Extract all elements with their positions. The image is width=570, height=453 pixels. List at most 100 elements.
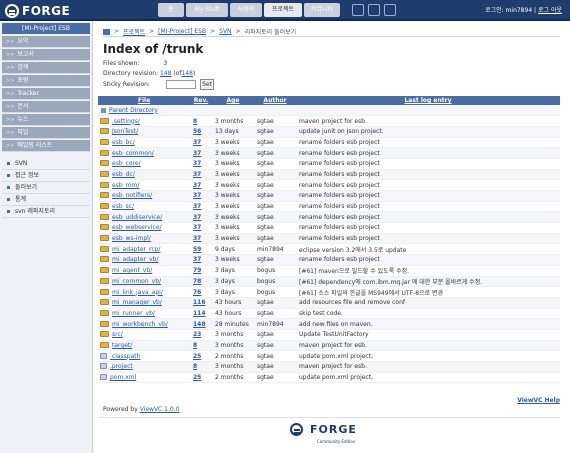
sidebar-subitem-stats[interactable]: 통계: [2, 194, 90, 206]
folder-icon: [100, 256, 109, 263]
cell-file: esb_dc/: [98, 169, 190, 181]
file-link[interactable]: mi_runner_vb/: [112, 310, 155, 317]
sidebar-item-docs[interactable]: >> 문서: [2, 101, 90, 113]
rev-link[interactable]: 37: [193, 214, 201, 221]
rev-link[interactable]: 25: [193, 374, 201, 381]
file-link[interactable]: mi_link_java_api/: [112, 289, 163, 296]
viewvc-link[interactable]: ViewVC 1.0.0: [140, 406, 180, 413]
file-link[interactable]: esb_sc/: [112, 203, 134, 210]
file-link[interactable]: esb_common/: [112, 150, 154, 157]
header-rev[interactable]: Rev.: [190, 96, 212, 105]
rev-link[interactable]: 37: [193, 182, 201, 189]
sidebar-item-search[interactable]: >> 검색: [2, 62, 90, 74]
header-log[interactable]: Last log entry: [296, 96, 560, 105]
rev-link[interactable]: 37: [193, 150, 201, 157]
chevron-right-icon: >>: [6, 77, 15, 84]
nav-tab-community[interactable]: 커뮤니티: [304, 3, 340, 17]
viewvc-help-link[interactable]: ViewVC Help: [517, 397, 560, 404]
nav-tab-projects[interactable]: 프로젝트: [264, 3, 302, 17]
sidebar-subitem-svn[interactable]: SVN: [2, 158, 90, 170]
arrow-icon[interactable]: [352, 4, 364, 16]
breadcrumb-svn[interactable]: SVN: [219, 28, 231, 35]
rev-link[interactable]: 56: [193, 128, 201, 135]
rev-link[interactable]: 78: [193, 278, 201, 285]
sidebar-item-news[interactable]: >> 뉴스: [2, 114, 90, 126]
sidebar-subitem-repo[interactable]: svn 레파지토리: [2, 206, 90, 218]
folder-icon: [100, 128, 109, 135]
set-button[interactable]: Set: [200, 79, 214, 90]
rev-link[interactable]: 79: [193, 267, 201, 274]
rev-link[interactable]: 37: [193, 203, 201, 210]
nav-tab-home[interactable]: 홈: [158, 3, 184, 17]
rev-link[interactable]: 23: [193, 331, 201, 338]
nav-tab-mystuff[interactable]: My Stuff: [186, 3, 228, 17]
breadcrumb-projects[interactable]: 프로젝트: [123, 27, 145, 36]
rev-link[interactable]: 114: [193, 310, 206, 317]
header-author[interactable]: Author: [254, 96, 296, 105]
cell-author: sgtae: [254, 201, 296, 213]
file-link[interactable]: mi_workbench_vb/: [112, 321, 168, 328]
file-link[interactable]: esb_core/: [112, 160, 141, 167]
rev-link[interactable]: 37: [193, 235, 201, 242]
search-icon[interactable]: [368, 4, 380, 16]
file-link[interactable]: .project: [110, 363, 133, 370]
rev-link[interactable]: 8: [193, 363, 197, 370]
file-link[interactable]: mi_common_vb/: [112, 278, 161, 285]
sidebar-subitem-browse[interactable]: 둘러보기: [2, 182, 90, 194]
file-link[interactable]: pom.xml: [110, 374, 136, 381]
file-link[interactable]: esb_dc/: [112, 171, 135, 178]
rev-link[interactable]: 8: [193, 118, 197, 125]
rev-link[interactable]: 8: [193, 342, 197, 349]
rev-link[interactable]: 25: [193, 353, 201, 360]
file-link[interactable]: mi_adapter_rcp/: [112, 246, 160, 253]
file-link[interactable]: esb_bc/: [112, 139, 135, 146]
file-link[interactable]: esb_mm/: [112, 182, 139, 189]
logout-link[interactable]: 로그 아웃: [538, 7, 562, 14]
rev-link[interactable]: 59: [193, 246, 201, 253]
file-link[interactable]: src/: [112, 331, 123, 338]
rev-link[interactable]: 148: [193, 321, 206, 328]
home-icon[interactable]: [103, 28, 110, 35]
file-link[interactable]: mi_adapter_vb/: [112, 256, 158, 263]
footer-logo-text: FORGE: [310, 423, 357, 436]
file-link[interactable]: JsonTest/: [112, 128, 138, 135]
file-link[interactable]: target/: [112, 342, 132, 349]
sticky-revision-input[interactable]: [166, 80, 196, 89]
nav-tab-users[interactable]: 사용자: [230, 3, 262, 17]
file-link[interactable]: esb_uddiservice/: [112, 214, 162, 221]
file-link[interactable]: .classpath: [110, 353, 140, 360]
header-file[interactable]: File: [98, 96, 190, 105]
file-link[interactable]: esb_webservice/: [112, 224, 162, 231]
header-age[interactable]: Age: [212, 96, 254, 105]
file-link[interactable]: mi_manager_vb/: [112, 299, 162, 306]
rev-link[interactable]: 76: [193, 289, 201, 296]
dir-revision-link[interactable]: 148: [160, 70, 171, 77]
sidebar-subitem-access[interactable]: 접근 정보: [2, 170, 90, 182]
rev-link[interactable]: 116: [193, 299, 206, 306]
cell-rev: 37: [190, 147, 212, 159]
project-name[interactable]: [MI-Project] ESB: [2, 23, 90, 34]
help-icon[interactable]: [384, 4, 396, 16]
cell-author: sgtae: [254, 233, 296, 245]
dir-revision-total-link[interactable]: 148: [182, 70, 193, 77]
rev-link[interactable]: 37: [193, 256, 201, 263]
file-link[interactable]: mi_agent_vb/: [112, 267, 152, 274]
file-link[interactable]: esb_ws-impl/: [112, 235, 151, 242]
rev-link[interactable]: 37: [193, 171, 201, 178]
sidebar-item-files[interactable]: >> 파일: [2, 127, 90, 139]
rev-link[interactable]: 37: [193, 192, 201, 199]
forge-logo[interactable]: FORGE: [5, 3, 70, 18]
rev-link[interactable]: 37: [193, 139, 201, 146]
sidebar-item-mailinglist[interactable]: >> 메일링 리스트: [2, 140, 90, 152]
file-link[interactable]: esb_notifiers/: [112, 192, 152, 199]
parent-directory-link[interactable]: Parent Directory: [109, 107, 158, 114]
sidebar-item-tracker[interactable]: >> Tracker: [2, 88, 90, 100]
sidebar-item-report[interactable]: >> 보고서: [2, 49, 90, 61]
sidebar-item-label: 문서: [17, 102, 29, 110]
rev-link[interactable]: 37: [193, 224, 201, 231]
sidebar-item-summary[interactable]: >> 요약: [2, 36, 90, 48]
rev-link[interactable]: 37: [193, 160, 201, 167]
sidebar-item-forum[interactable]: >> 포럼: [2, 75, 90, 87]
file-link[interactable]: .settings/: [112, 118, 140, 125]
breadcrumb-project[interactable]: [MI-Project] ESB: [158, 28, 206, 35]
